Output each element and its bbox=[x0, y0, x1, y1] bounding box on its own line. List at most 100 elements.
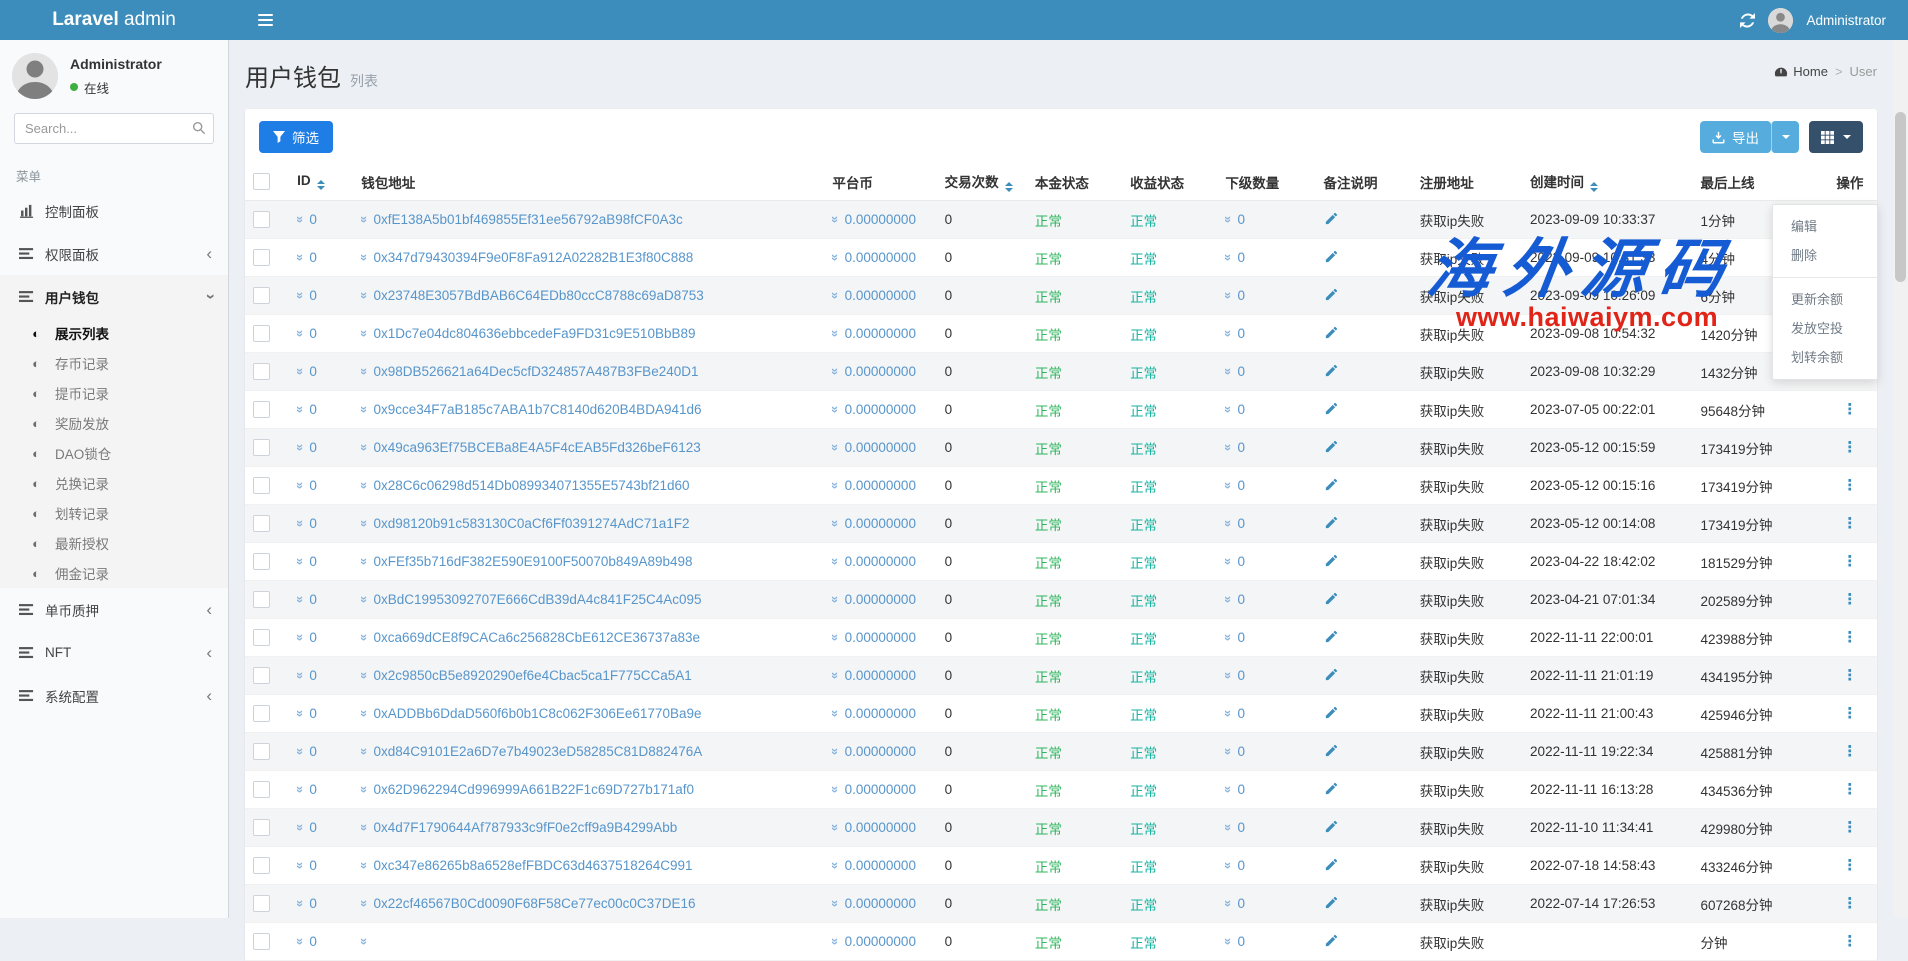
filter-button[interactable]: 筛选 bbox=[259, 121, 333, 153]
row-checkbox[interactable] bbox=[253, 591, 270, 608]
expand-chevron-icon[interactable]: » bbox=[829, 900, 844, 907]
expand-chevron-icon[interactable]: » bbox=[1221, 406, 1236, 413]
expand-chevron-icon[interactable]: » bbox=[293, 254, 308, 261]
cell-platform-coin[interactable]: 0.00000000 bbox=[845, 516, 916, 531]
expand-chevron-icon[interactable]: » bbox=[1221, 824, 1236, 831]
expand-chevron-icon[interactable]: » bbox=[293, 444, 308, 451]
cell-wallet-address[interactable]: 0x49ca963Ef75BCEBa8E4A5F4cEAB5Fd326beF61… bbox=[373, 440, 700, 455]
navbar-username[interactable]: Administrator bbox=[1806, 13, 1886, 28]
row-checkbox[interactable] bbox=[253, 363, 270, 380]
cell-wallet-address[interactable]: 0x28C6c06298d514Db089934071355E5743bf21d… bbox=[373, 478, 689, 493]
cell-platform-coin[interactable]: 0.00000000 bbox=[845, 820, 916, 835]
context-menu-item-edit[interactable]: 编辑 bbox=[1773, 212, 1877, 241]
expand-chevron-icon[interactable]: » bbox=[829, 938, 844, 945]
row-checkbox[interactable] bbox=[253, 895, 270, 912]
row-actions-button[interactable]: ⋮ bbox=[1842, 857, 1857, 874]
expand-chevron-icon[interactable]: » bbox=[293, 330, 308, 337]
row-actions-button[interactable]: ⋮ bbox=[1842, 439, 1857, 456]
column-header-id[interactable]: ID bbox=[289, 163, 353, 201]
expand-chevron-icon[interactable]: » bbox=[293, 292, 308, 299]
cell-id[interactable]: 0 bbox=[309, 440, 317, 455]
expand-chevron-icon[interactable]: » bbox=[293, 900, 308, 907]
cell-id[interactable]: 0 bbox=[309, 896, 317, 911]
cell-platform-coin[interactable]: 0.00000000 bbox=[845, 668, 916, 683]
cell-platform-coin[interactable]: 0.00000000 bbox=[845, 440, 916, 455]
cell-wallet-address[interactable]: 0xBdC19953092707E666CdB39dA4c841F25C4Ac0… bbox=[373, 592, 701, 607]
cell-wallet-address[interactable]: 0x62D962294Cd996999A661B22F1c69D727b171a… bbox=[373, 782, 694, 797]
export-dropdown-toggle[interactable] bbox=[1771, 121, 1799, 153]
cell-id[interactable]: 0 bbox=[309, 288, 317, 303]
cell-wallet-address[interactable]: 0x1Dc7e04dc804636ebbcedeFa9FD31c9E510BbB… bbox=[373, 326, 695, 341]
column-header-created[interactable]: 创建时间 bbox=[1522, 163, 1692, 201]
expand-chevron-icon[interactable]: » bbox=[1221, 938, 1236, 945]
cell-wallet-address[interactable]: 0x347d79430394F9e0F8Fa912A02282B1E3f80C8… bbox=[373, 250, 693, 265]
cell-id[interactable]: 0 bbox=[309, 212, 317, 227]
expand-chevron-icon[interactable]: » bbox=[829, 710, 844, 717]
expand-chevron-icon[interactable]: » bbox=[357, 938, 372, 945]
expand-chevron-icon[interactable]: » bbox=[357, 482, 372, 489]
edit-remark-icon[interactable] bbox=[1324, 705, 1339, 723]
expand-chevron-icon[interactable]: » bbox=[829, 216, 844, 223]
breadcrumb-home-link[interactable]: Home bbox=[1774, 64, 1828, 79]
edit-remark-icon[interactable] bbox=[1324, 363, 1339, 381]
sidebar-item-transfer-records[interactable]: ◐划转记录 bbox=[0, 498, 228, 528]
row-checkbox[interactable] bbox=[253, 933, 270, 950]
expand-chevron-icon[interactable]: » bbox=[1221, 748, 1236, 755]
cell-platform-coin[interactable]: 0.00000000 bbox=[845, 250, 916, 265]
expand-chevron-icon[interactable]: » bbox=[1221, 520, 1236, 527]
row-actions-button[interactable]: ⋮ bbox=[1842, 515, 1857, 532]
cell-wallet-address[interactable]: 0xd84C9101E2a6D7e7b49023eD58285C81D88247… bbox=[373, 744, 702, 759]
cell-platform-coin[interactable]: 0.00000000 bbox=[845, 364, 916, 379]
cell-wallet-address[interactable]: 0x2c9850cB5e8920290ef6e4Cbac5ca1F775CCa5… bbox=[373, 668, 691, 683]
edit-remark-icon[interactable] bbox=[1324, 591, 1339, 609]
cell-subordinate-count[interactable]: 0 bbox=[1238, 212, 1246, 227]
cell-wallet-address[interactable]: 0xca669dCE8f9CACa6c256828CbE612CE36737a8… bbox=[373, 630, 700, 645]
sidebar-item-system-config[interactable]: 系统配置‹ bbox=[0, 674, 228, 717]
edit-remark-icon[interactable] bbox=[1324, 553, 1339, 571]
cell-wallet-address[interactable]: 0x9cce34F7aB185c7ABA1b7C8140d620B4BDA941… bbox=[373, 402, 701, 417]
expand-chevron-icon[interactable]: » bbox=[829, 558, 844, 565]
cell-id[interactable]: 0 bbox=[309, 782, 317, 797]
sort-icon[interactable] bbox=[1005, 182, 1013, 192]
cell-subordinate-count[interactable]: 0 bbox=[1238, 820, 1246, 835]
expand-chevron-icon[interactable]: » bbox=[293, 672, 308, 679]
cell-id[interactable]: 0 bbox=[309, 592, 317, 607]
expand-chevron-icon[interactable]: » bbox=[829, 786, 844, 793]
expand-chevron-icon[interactable]: » bbox=[829, 596, 844, 603]
expand-chevron-icon[interactable]: » bbox=[357, 444, 372, 451]
context-menu-item-delete[interactable]: 删除 bbox=[1773, 241, 1877, 270]
cell-subordinate-count[interactable]: 0 bbox=[1238, 858, 1246, 873]
expand-chevron-icon[interactable]: » bbox=[1221, 900, 1236, 907]
cell-id[interactable]: 0 bbox=[309, 820, 317, 835]
expand-chevron-icon[interactable]: » bbox=[293, 862, 308, 869]
row-checkbox[interactable] bbox=[253, 477, 270, 494]
expand-chevron-icon[interactable]: » bbox=[357, 862, 372, 869]
cell-subordinate-count[interactable]: 0 bbox=[1238, 440, 1246, 455]
row-checkbox[interactable] bbox=[253, 743, 270, 760]
row-actions-button[interactable]: ⋮ bbox=[1842, 401, 1857, 418]
expand-chevron-icon[interactable]: » bbox=[829, 824, 844, 831]
cell-subordinate-count[interactable]: 0 bbox=[1238, 934, 1246, 949]
cell-platform-coin[interactable]: 0.00000000 bbox=[845, 554, 916, 569]
expand-chevron-icon[interactable]: » bbox=[1221, 672, 1236, 679]
sidebar-item-display-list[interactable]: ◐展示列表 bbox=[0, 318, 228, 348]
expand-chevron-icon[interactable]: » bbox=[1221, 596, 1236, 603]
row-checkbox[interactable] bbox=[253, 287, 270, 304]
row-checkbox[interactable] bbox=[253, 667, 270, 684]
row-actions-button[interactable]: ⋮ bbox=[1842, 743, 1857, 760]
search-icon[interactable] bbox=[192, 121, 206, 140]
cell-platform-coin[interactable]: 0.00000000 bbox=[845, 326, 916, 341]
edit-remark-icon[interactable] bbox=[1324, 477, 1339, 495]
sidebar-item-single-coin-stake[interactable]: 单币质押‹ bbox=[0, 588, 228, 631]
expand-chevron-icon[interactable]: » bbox=[1221, 558, 1236, 565]
cell-platform-coin[interactable]: 0.00000000 bbox=[845, 858, 916, 873]
edit-remark-icon[interactable] bbox=[1324, 857, 1339, 875]
sidebar-item-reward-grant[interactable]: ◐奖励发放 bbox=[0, 408, 228, 438]
row-checkbox[interactable] bbox=[253, 819, 270, 836]
column-selector-button[interactable] bbox=[1809, 121, 1863, 153]
cell-wallet-address[interactable]: 0xc347e86265b8a6528efFBDC63d4637518264C9… bbox=[373, 858, 692, 873]
sidebar-item-withdraw-records[interactable]: ◐提币记录 bbox=[0, 378, 228, 408]
cell-wallet-address[interactable]: 0x98DB526621a64Dec5cfD324857A487B3FBe240… bbox=[373, 364, 698, 379]
expand-chevron-icon[interactable]: » bbox=[357, 330, 372, 337]
sidebar-item-permission-panel[interactable]: 权限面板‹ bbox=[0, 232, 228, 275]
